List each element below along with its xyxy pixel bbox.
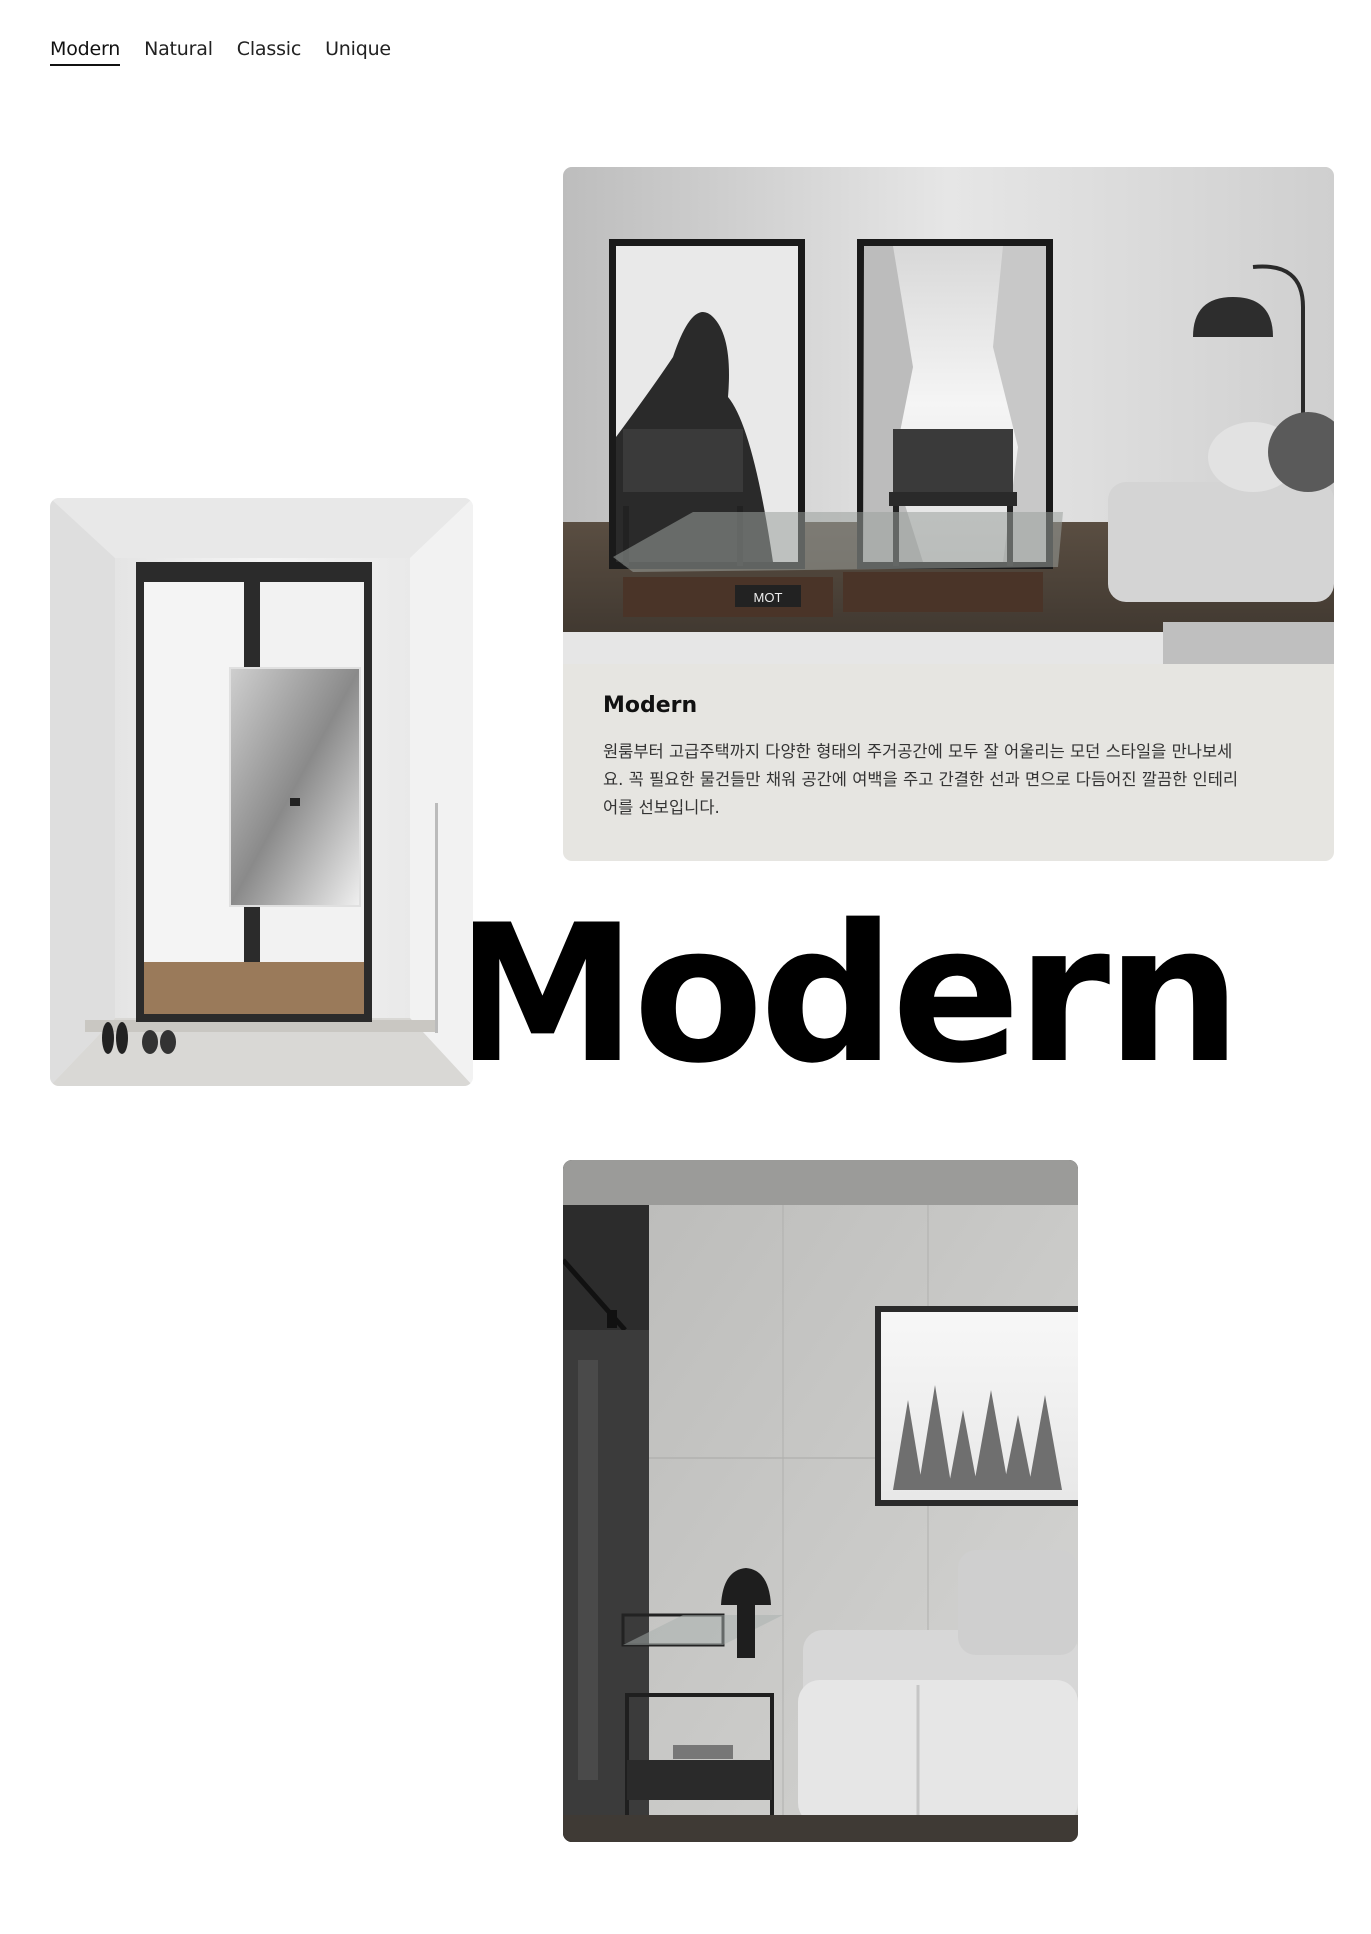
tab-modern[interactable]: Modern bbox=[50, 38, 120, 66]
style-tabs: Modern Natural Classic Unique bbox=[50, 38, 391, 66]
entrance-photo bbox=[50, 498, 473, 1086]
feature-card[interactable]: MOT Modern 원룸부터 고급주택까지 다양한 형태의 주거공간에 모두 … bbox=[563, 167, 1334, 861]
living-room-illustration: MOT bbox=[563, 167, 1334, 664]
section-headline: Modern bbox=[448, 884, 1241, 1105]
tab-natural[interactable]: Natural bbox=[144, 38, 213, 66]
tab-classic[interactable]: Classic bbox=[237, 38, 302, 66]
entrance-illustration bbox=[50, 498, 473, 1086]
lounge-illustration bbox=[563, 1160, 1078, 1842]
living-room-photo: MOT bbox=[563, 167, 1334, 664]
tab-unique[interactable]: Unique bbox=[325, 38, 391, 66]
tray-book-text: MOT bbox=[754, 590, 783, 605]
feature-text: Modern 원룸부터 고급주택까지 다양한 형태의 주거공간에 모두 잘 어울… bbox=[603, 693, 1243, 822]
feature-description: 원룸부터 고급주택까지 다양한 형태의 주거공간에 모두 잘 어울리는 모던 스… bbox=[603, 742, 1239, 817]
lounge-photo bbox=[563, 1160, 1078, 1842]
feature-title: Modern bbox=[603, 693, 698, 718]
